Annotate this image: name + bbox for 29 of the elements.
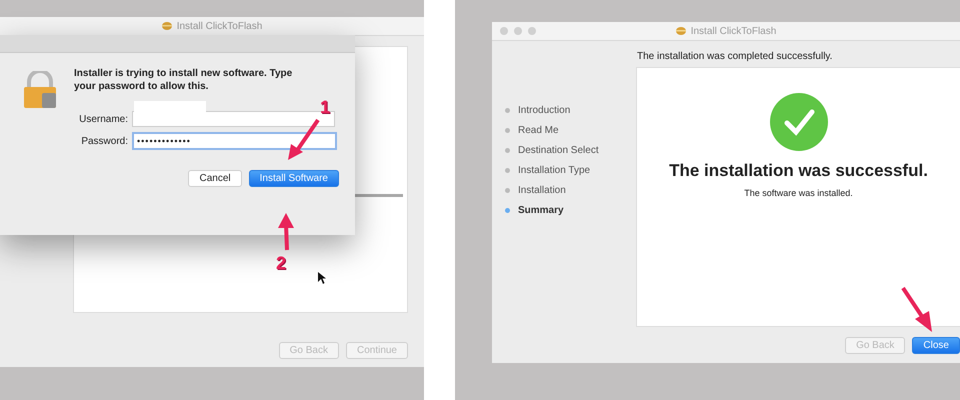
checkmark-icon [770, 93, 828, 151]
package-icon [162, 22, 172, 30]
step-number: 1 [320, 98, 330, 116]
success-message: The software was installed. [744, 188, 853, 198]
password-field[interactable]: ••••••••••••• [132, 132, 337, 150]
step-number: 2 [276, 254, 286, 272]
mouse-cursor-icon [318, 272, 326, 284]
footer-button[interactable]: Close [912, 337, 960, 354]
step-label[interactable]: Summary [518, 204, 564, 216]
success-heading: The installation was successful. [669, 161, 928, 181]
field-label: Username: [78, 114, 128, 124]
window-title: Install ClickToFlash [176, 20, 262, 32]
progress-track [355, 194, 403, 197]
step-label[interactable]: Installation Type [518, 164, 590, 176]
pointer-arrow [286, 118, 322, 162]
pointer-arrow [901, 286, 935, 334]
pointer-arrow [276, 212, 296, 252]
step-label[interactable]: Introduction [518, 104, 570, 116]
package-icon [676, 27, 686, 35]
window-title: Install ClickToFlash [690, 26, 776, 36]
step-label[interactable]: Destination Select [518, 144, 599, 156]
dialog-button[interactable]: Cancel [188, 170, 242, 187]
status-header: The installation was completed successfully. [636, 50, 834, 64]
dialog-message: Installer is trying to install new software. Type your password to allow this. [74, 67, 294, 93]
lock-icon [22, 71, 58, 109]
field-label: Password: [80, 136, 128, 146]
step-label[interactable]: Installation [518, 184, 566, 196]
dialog-button[interactable]: Install Software [248, 170, 339, 187]
step-label[interactable]: Read Me [518, 124, 559, 136]
